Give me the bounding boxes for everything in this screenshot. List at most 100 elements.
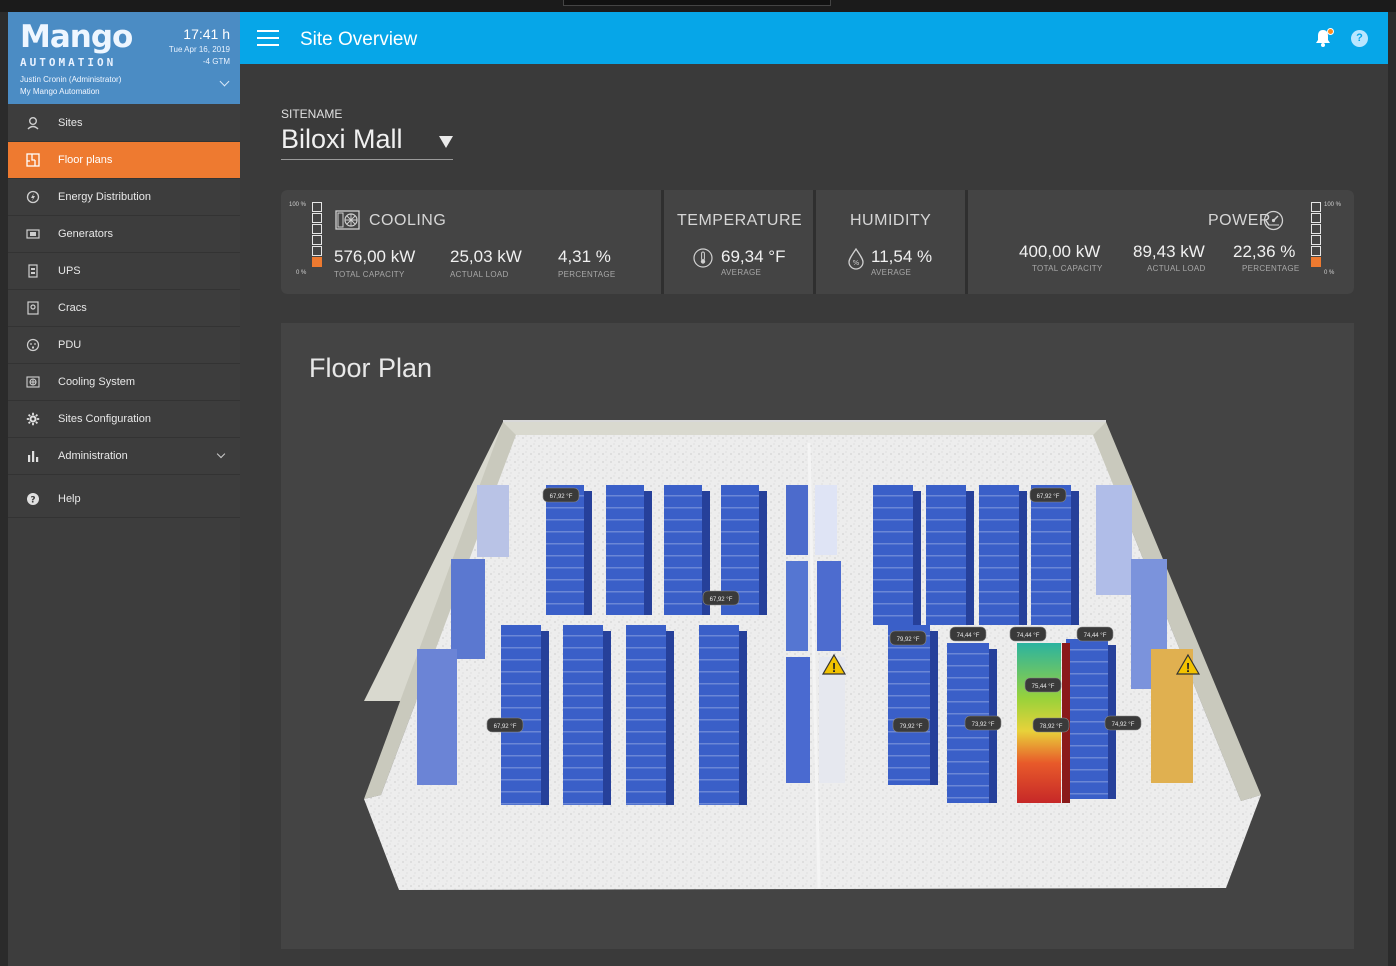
sidebar-item-ups[interactable]: UPS (8, 253, 240, 290)
sidebar-item-cracs[interactable]: Cracs (8, 290, 240, 327)
wall-unit (417, 649, 457, 785)
rack-unit-line (699, 671, 739, 673)
temperature-sensor-badge[interactable]: 78,92 °F (1032, 717, 1070, 733)
stats-bar: 100 % 0 % COOLING 576,00 kW TOTAL CAPACI… (281, 190, 1354, 294)
rack-unit-line (563, 791, 603, 793)
rack-unit-line (888, 683, 930, 685)
rack-unit-line (699, 743, 739, 745)
sensor-value: 73,92 °F (972, 722, 995, 728)
center-unit (786, 485, 808, 555)
account-chevron-down-icon[interactable] (219, 76, 230, 87)
rack-unit-line (888, 707, 930, 709)
sidebar-item-sites-configuration[interactable]: Sites Configuration (8, 401, 240, 438)
sidebar-item-floor-plans[interactable]: Floor plans (8, 142, 240, 179)
rack-unit-line (501, 755, 541, 757)
location-pin-icon (25, 115, 41, 131)
warning-mark: ! (1186, 660, 1190, 675)
rack-unit-line (1031, 507, 1071, 509)
caret-down-icon (439, 136, 453, 148)
temperature-sensor-badge[interactable]: 67,92 °F (702, 590, 740, 606)
cooling-level-meter (312, 202, 322, 268)
rack-unit-line (606, 603, 644, 605)
temperature-sensor-badge[interactable]: 79,92 °F (892, 717, 930, 733)
rack-side (739, 631, 747, 805)
rack-unit-line (1031, 543, 1071, 545)
rack-unit-line (926, 507, 966, 509)
sidebar-item-help[interactable]: ? Help (8, 481, 240, 518)
hamburger-menu-icon[interactable] (257, 30, 279, 46)
rack-unit-line (699, 647, 739, 649)
rack-unit-line (664, 495, 702, 497)
cooling-panel: 100 % 0 % COOLING 576,00 kW TOTAL CAPACI… (281, 190, 661, 294)
rack-unit-line (501, 647, 541, 649)
rack-unit-line (1066, 781, 1108, 783)
floor-plan-3d-view[interactable]: !! 67,92 °F 67,92 °F 67,92 °F 67,92 °F 79,92… (281, 323, 1354, 949)
sidebar-item-generators[interactable]: Generators (8, 216, 240, 253)
rack-unit-line (501, 683, 541, 685)
sitename-select[interactable]: Biloxi Mall (281, 124, 453, 160)
power-total-capacity-label: TOTAL CAPACITY (1032, 264, 1103, 273)
server-rack (563, 625, 603, 805)
rack-unit-line (979, 519, 1019, 521)
sidebar-item-pdu[interactable]: PDU (8, 327, 240, 364)
server-rack (626, 625, 666, 805)
power-meter-bottom-label: 0 % (1324, 270, 1335, 276)
sensor-value: 74,44 °F (957, 633, 980, 639)
wall-unit (477, 485, 509, 557)
rack-unit-line (979, 495, 1019, 497)
temperature-sensor-badge[interactable]: 67,92 °F (486, 717, 524, 733)
notification-bell-icon[interactable] (1314, 28, 1334, 48)
temperature-sensor-badge[interactable]: 74,44 °F (1009, 626, 1047, 642)
rack-unit-line (606, 555, 644, 557)
rack-unit-line (979, 579, 1019, 581)
rack-unit-line (888, 767, 930, 769)
rack-side (1071, 491, 1079, 625)
rack-side (666, 631, 674, 805)
rack-unit-line (873, 579, 913, 581)
rack-unit-line (926, 579, 966, 581)
sensor-value: 74,44 °F (1084, 633, 1107, 639)
rack-unit-line (563, 659, 603, 661)
rack-unit-line (699, 635, 739, 637)
sidebar-item-label: Sites Configuration (58, 413, 151, 425)
logo-subtitle: AUTOMATION (20, 56, 117, 69)
rack-unit-line (1066, 721, 1108, 723)
battery-icon (25, 263, 41, 279)
temperature-sensor-badge[interactable]: 73,92 °F (964, 715, 1002, 731)
wall-unit (451, 559, 485, 659)
rack-unit-line (926, 603, 966, 605)
meter-cell (312, 213, 322, 223)
rack-unit-line (626, 635, 666, 637)
rack-unit-line (626, 803, 666, 805)
rack-unit-line (699, 695, 739, 697)
rack-unit-line (979, 543, 1019, 545)
temperature-sensor-badge[interactable]: 67,92 °F (1029, 487, 1067, 503)
clock-timezone: -4 GTM (202, 57, 230, 66)
sensor-value: 78,92 °F (1040, 724, 1063, 730)
rack-unit-line (1066, 685, 1108, 687)
temperature-sensor-badge[interactable]: 74,92 °F (1104, 715, 1142, 731)
help-button[interactable]: ? (1351, 30, 1368, 47)
rack-unit-line (606, 495, 644, 497)
temperature-sensor-badge[interactable]: 75,44 °F (1024, 677, 1062, 693)
temperature-sensor-badge[interactable]: 79,92 °F (889, 630, 927, 646)
rack-unit-line (873, 591, 913, 593)
power-actual-load-label: ACTUAL LOAD (1147, 264, 1206, 273)
sidebar-item-cooling-system[interactable]: Cooling System (8, 364, 240, 401)
rack-unit-line (979, 531, 1019, 533)
rack-unit-line (699, 755, 739, 757)
rack-unit-line (873, 603, 913, 605)
rack-unit-line (699, 683, 739, 685)
rack-unit-line (947, 773, 989, 775)
rack-unit-line (606, 543, 644, 545)
rack-unit-line (501, 743, 541, 745)
temperature-panel: TEMPERATURE 69,34 °F AVERAGE (664, 190, 813, 294)
temperature-sensor-badge[interactable]: 67,92 °F (542, 487, 580, 503)
sidebar-item-administration[interactable]: Administration (8, 438, 240, 475)
temperature-sensor-badge[interactable]: 74,44 °F (949, 626, 987, 642)
sidebar-item-sites[interactable]: Sites (8, 105, 240, 142)
rack-unit-line (888, 743, 930, 745)
meter-cell (312, 246, 322, 256)
sidebar-item-energy-distribution[interactable]: Energy Distribution (8, 179, 240, 216)
temperature-sensor-badge[interactable]: 74,44 °F (1076, 626, 1114, 642)
